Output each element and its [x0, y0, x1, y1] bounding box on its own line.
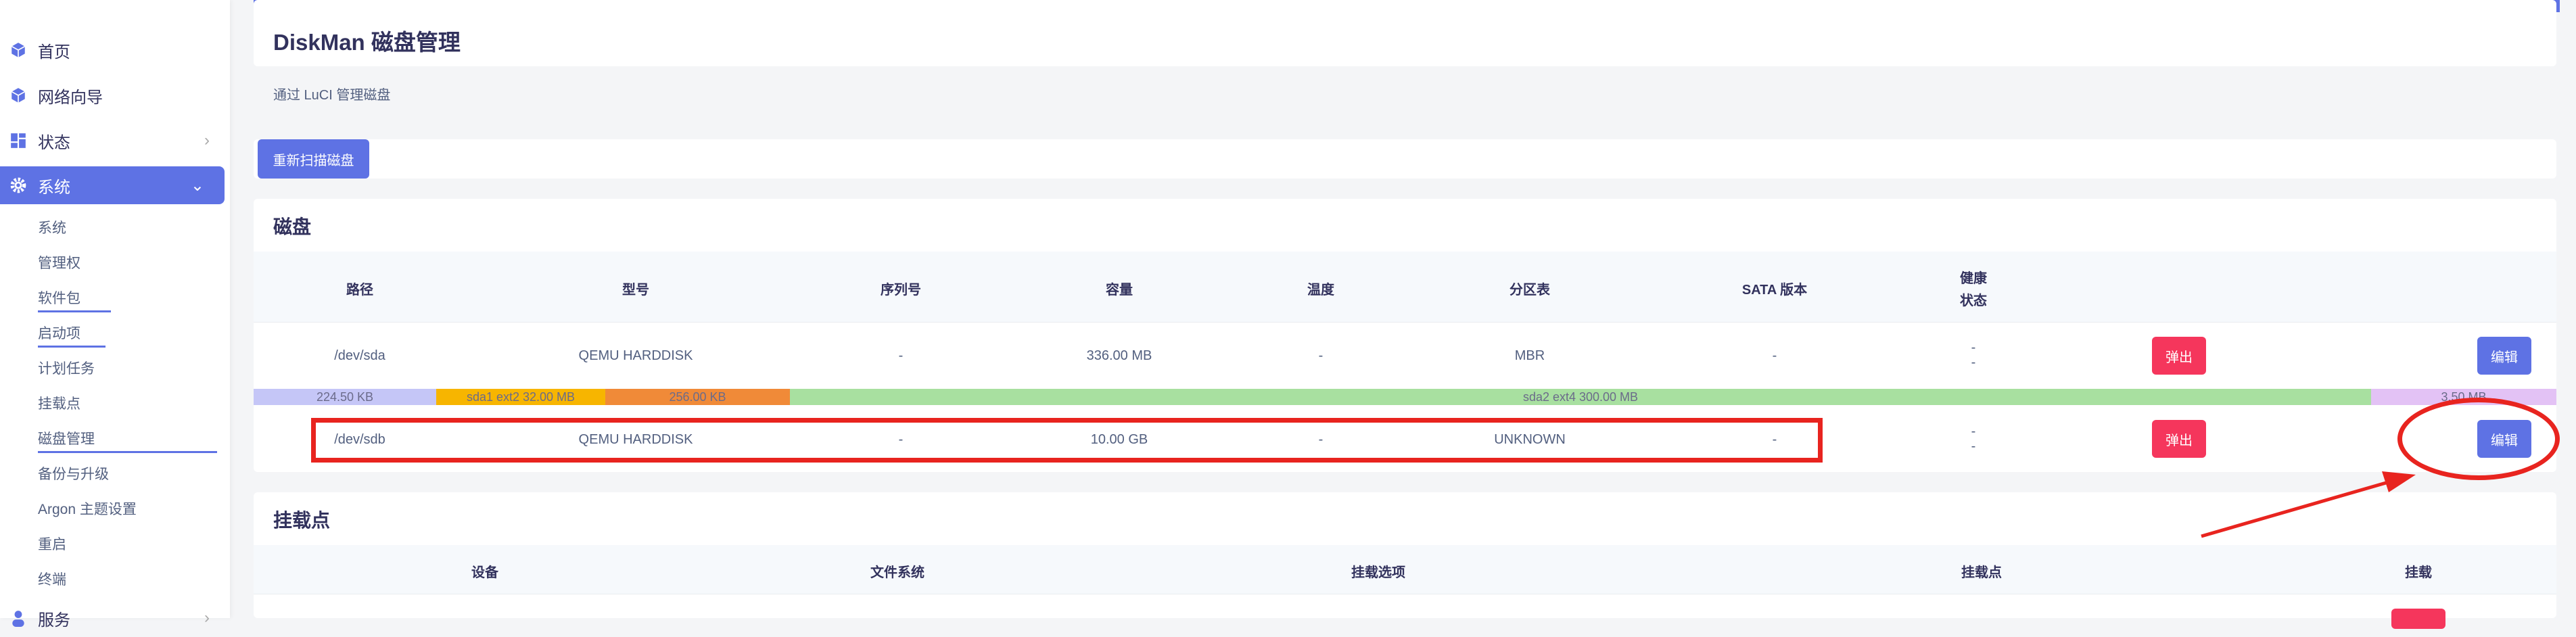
annotation-arrow	[2201, 471, 2416, 538]
